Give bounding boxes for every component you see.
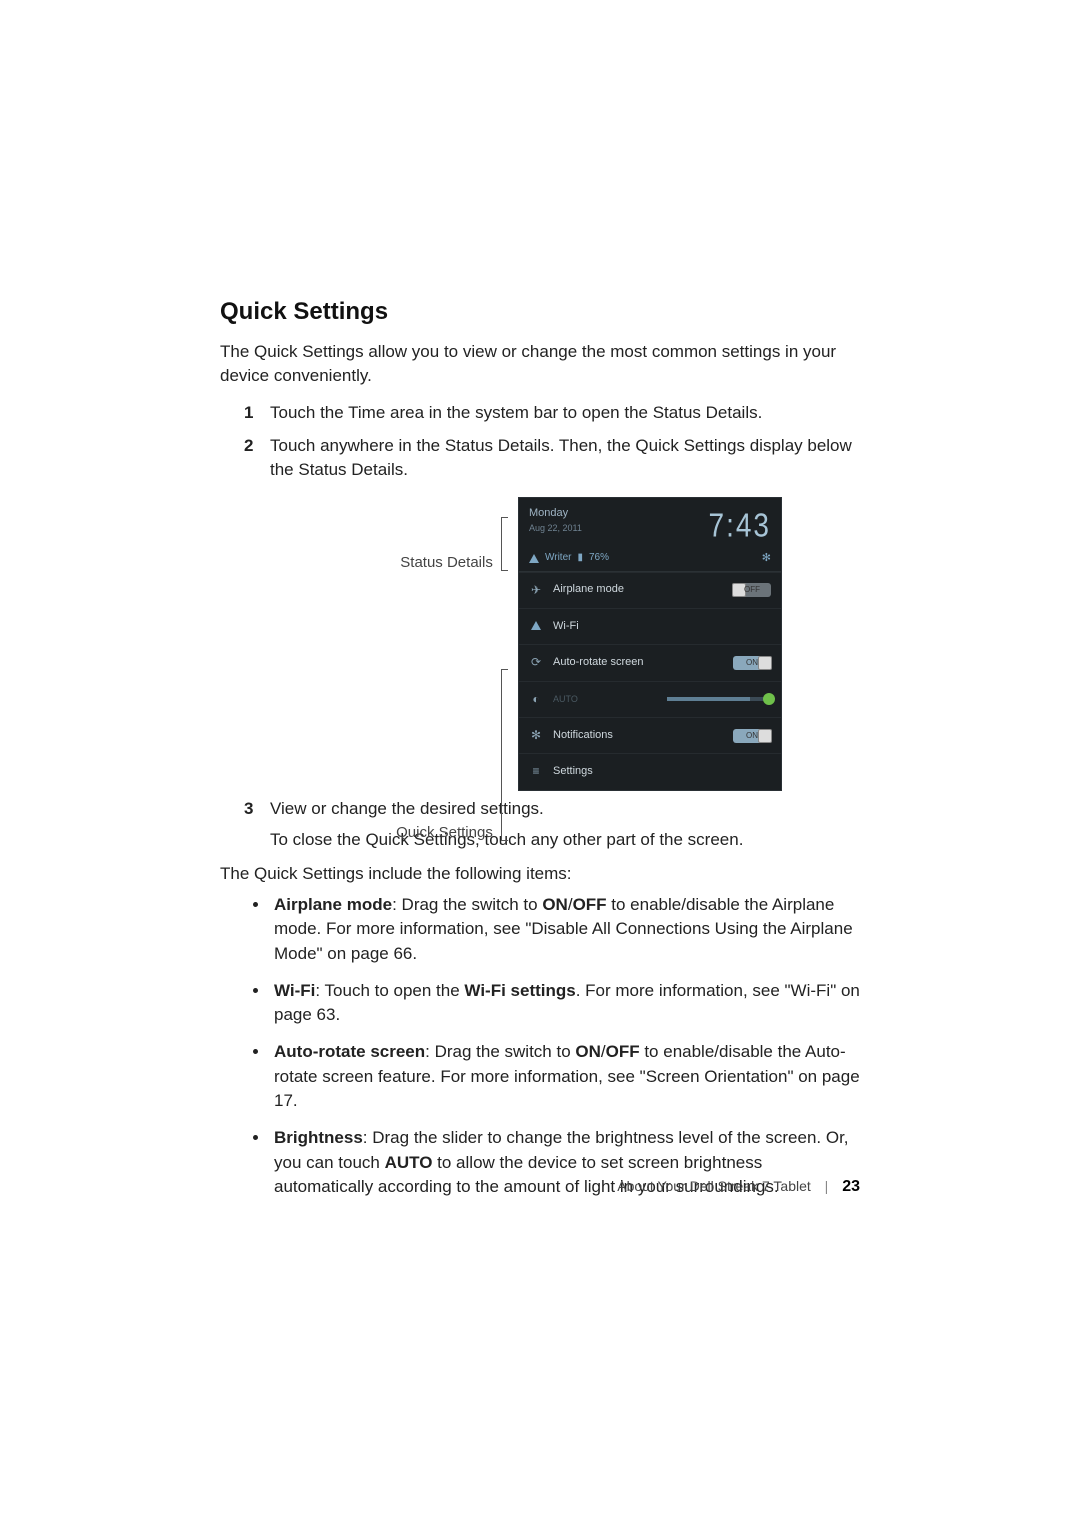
step-text: Touch the Time area in the system bar to… (270, 401, 860, 426)
screenshot-figure: Status Details Quick Settings Monday Aug… (220, 497, 860, 791)
step-number: 3 (244, 797, 270, 852)
bullet-wifi: Wi-Fi: Touch to open the Wi-Fi settings.… (270, 979, 860, 1028)
qs-label: Airplane mode (553, 582, 723, 598)
rotate-icon: ⟳ (529, 654, 543, 671)
qs-label: Settings (553, 764, 771, 780)
step-text: Touch anywhere in the Status Details. Th… (270, 434, 860, 483)
autorotate-toggle[interactable]: ON (733, 656, 771, 670)
intro-paragraph: The Quick Settings allow you to view or … (220, 340, 860, 389)
qs-airplane-row[interactable]: ✈ Airplane mode OFF (519, 572, 781, 608)
status-date-value: Aug 22, 2011 (529, 522, 582, 535)
bullet-term: Airplane mode (274, 895, 392, 914)
wifi-name: Writer (545, 551, 571, 566)
qs-brightness-row[interactable]: ◐ AUTO (519, 681, 781, 717)
notifications-toggle[interactable]: ON (733, 729, 771, 743)
bullet-list: Airplane mode: Drag the switch to ON/OFF… (220, 893, 860, 1200)
step-text-sub: To close the Quick Settings, touch any o… (270, 828, 860, 853)
steps-list-continued: 3 View or change the desired settings. T… (244, 797, 860, 852)
callout-status-details: Status Details (400, 513, 508, 574)
quick-settings-panel: ✈ Airplane mode OFF Wi-Fi ⟳ Auto-rotate … (519, 572, 781, 790)
footer-divider: | (825, 1178, 829, 1194)
step-2: 2 Touch anywhere in the Status Details. … (244, 434, 860, 483)
step-text: View or change the desired settings. To … (270, 797, 860, 852)
footer-chapter: About Your Dell Streak 7 Tablet (617, 1178, 811, 1194)
sliders-icon: ≡ (529, 763, 543, 780)
status-time[interactable]: 7:43 (709, 506, 772, 547)
step-number: 2 (244, 434, 270, 483)
bullet-term: Wi-Fi (274, 981, 315, 1000)
qs-label: Notifications (553, 728, 723, 744)
wifi-icon (529, 618, 543, 635)
callout-label: Status Details (400, 554, 493, 571)
airplane-icon: ✈ (529, 582, 543, 599)
bullet-term: Brightness (274, 1128, 363, 1147)
status-details-panel[interactable]: Monday Aug 22, 2011 7:43 Writer ▮ 76% ✻ (519, 498, 781, 572)
page-footer: About Your Dell Streak 7 Tablet | 23 (220, 1175, 860, 1198)
qs-wifi-row[interactable]: Wi-Fi (519, 608, 781, 644)
qs-label: Wi-Fi (553, 619, 771, 635)
bullet-term: Auto-rotate screen (274, 1042, 425, 1061)
battery-percent: 76% (589, 551, 609, 566)
bullet-airplane: Airplane mode: Drag the switch to ON/OFF… (270, 893, 860, 967)
step-3: 3 View or change the desired settings. T… (244, 797, 860, 852)
brightness-auto-label[interactable]: AUTO (553, 693, 657, 706)
status-date: Monday Aug 22, 2011 (529, 506, 582, 535)
qs-notifications-row[interactable]: ✻ Notifications ON (519, 717, 781, 753)
bullet-autorotate: Auto-rotate screen: Drag the switch to O… (270, 1040, 860, 1114)
status-day: Monday (529, 506, 582, 522)
qs-autorotate-row[interactable]: ⟳ Auto-rotate screen ON (519, 644, 781, 680)
wifi-icon (529, 554, 539, 563)
battery-icon: ▮ (577, 551, 583, 566)
steps-list: 1 Touch the Time area in the system bar … (244, 401, 860, 483)
page-content: Quick Settings The Quick Settings allow … (220, 295, 860, 1212)
qs-label: Auto-rotate screen (553, 655, 723, 671)
settings-gear-icon[interactable]: ✻ (762, 551, 771, 567)
callout-labels: Status Details Quick Settings (298, 497, 518, 791)
callout-label: Quick Settings (396, 824, 493, 841)
step-1: 1 Touch the Time area in the system bar … (244, 401, 860, 426)
footer-page-number: 23 (842, 1178, 860, 1195)
callout-quick-settings: Quick Settings (396, 665, 508, 844)
step-number: 1 (244, 401, 270, 426)
airplane-toggle[interactable]: OFF (733, 583, 771, 597)
qs-settings-row[interactable]: ≡ Settings (519, 753, 781, 789)
brightness-icon: ◐ (529, 691, 543, 708)
bullet-list-intro: The Quick Settings include the following… (220, 862, 860, 887)
device-screenshot: Monday Aug 22, 2011 7:43 Writer ▮ 76% ✻ (518, 497, 782, 791)
notifications-icon: ✻ (529, 727, 543, 744)
section-heading: Quick Settings (220, 295, 860, 330)
brightness-slider[interactable] (667, 697, 771, 701)
